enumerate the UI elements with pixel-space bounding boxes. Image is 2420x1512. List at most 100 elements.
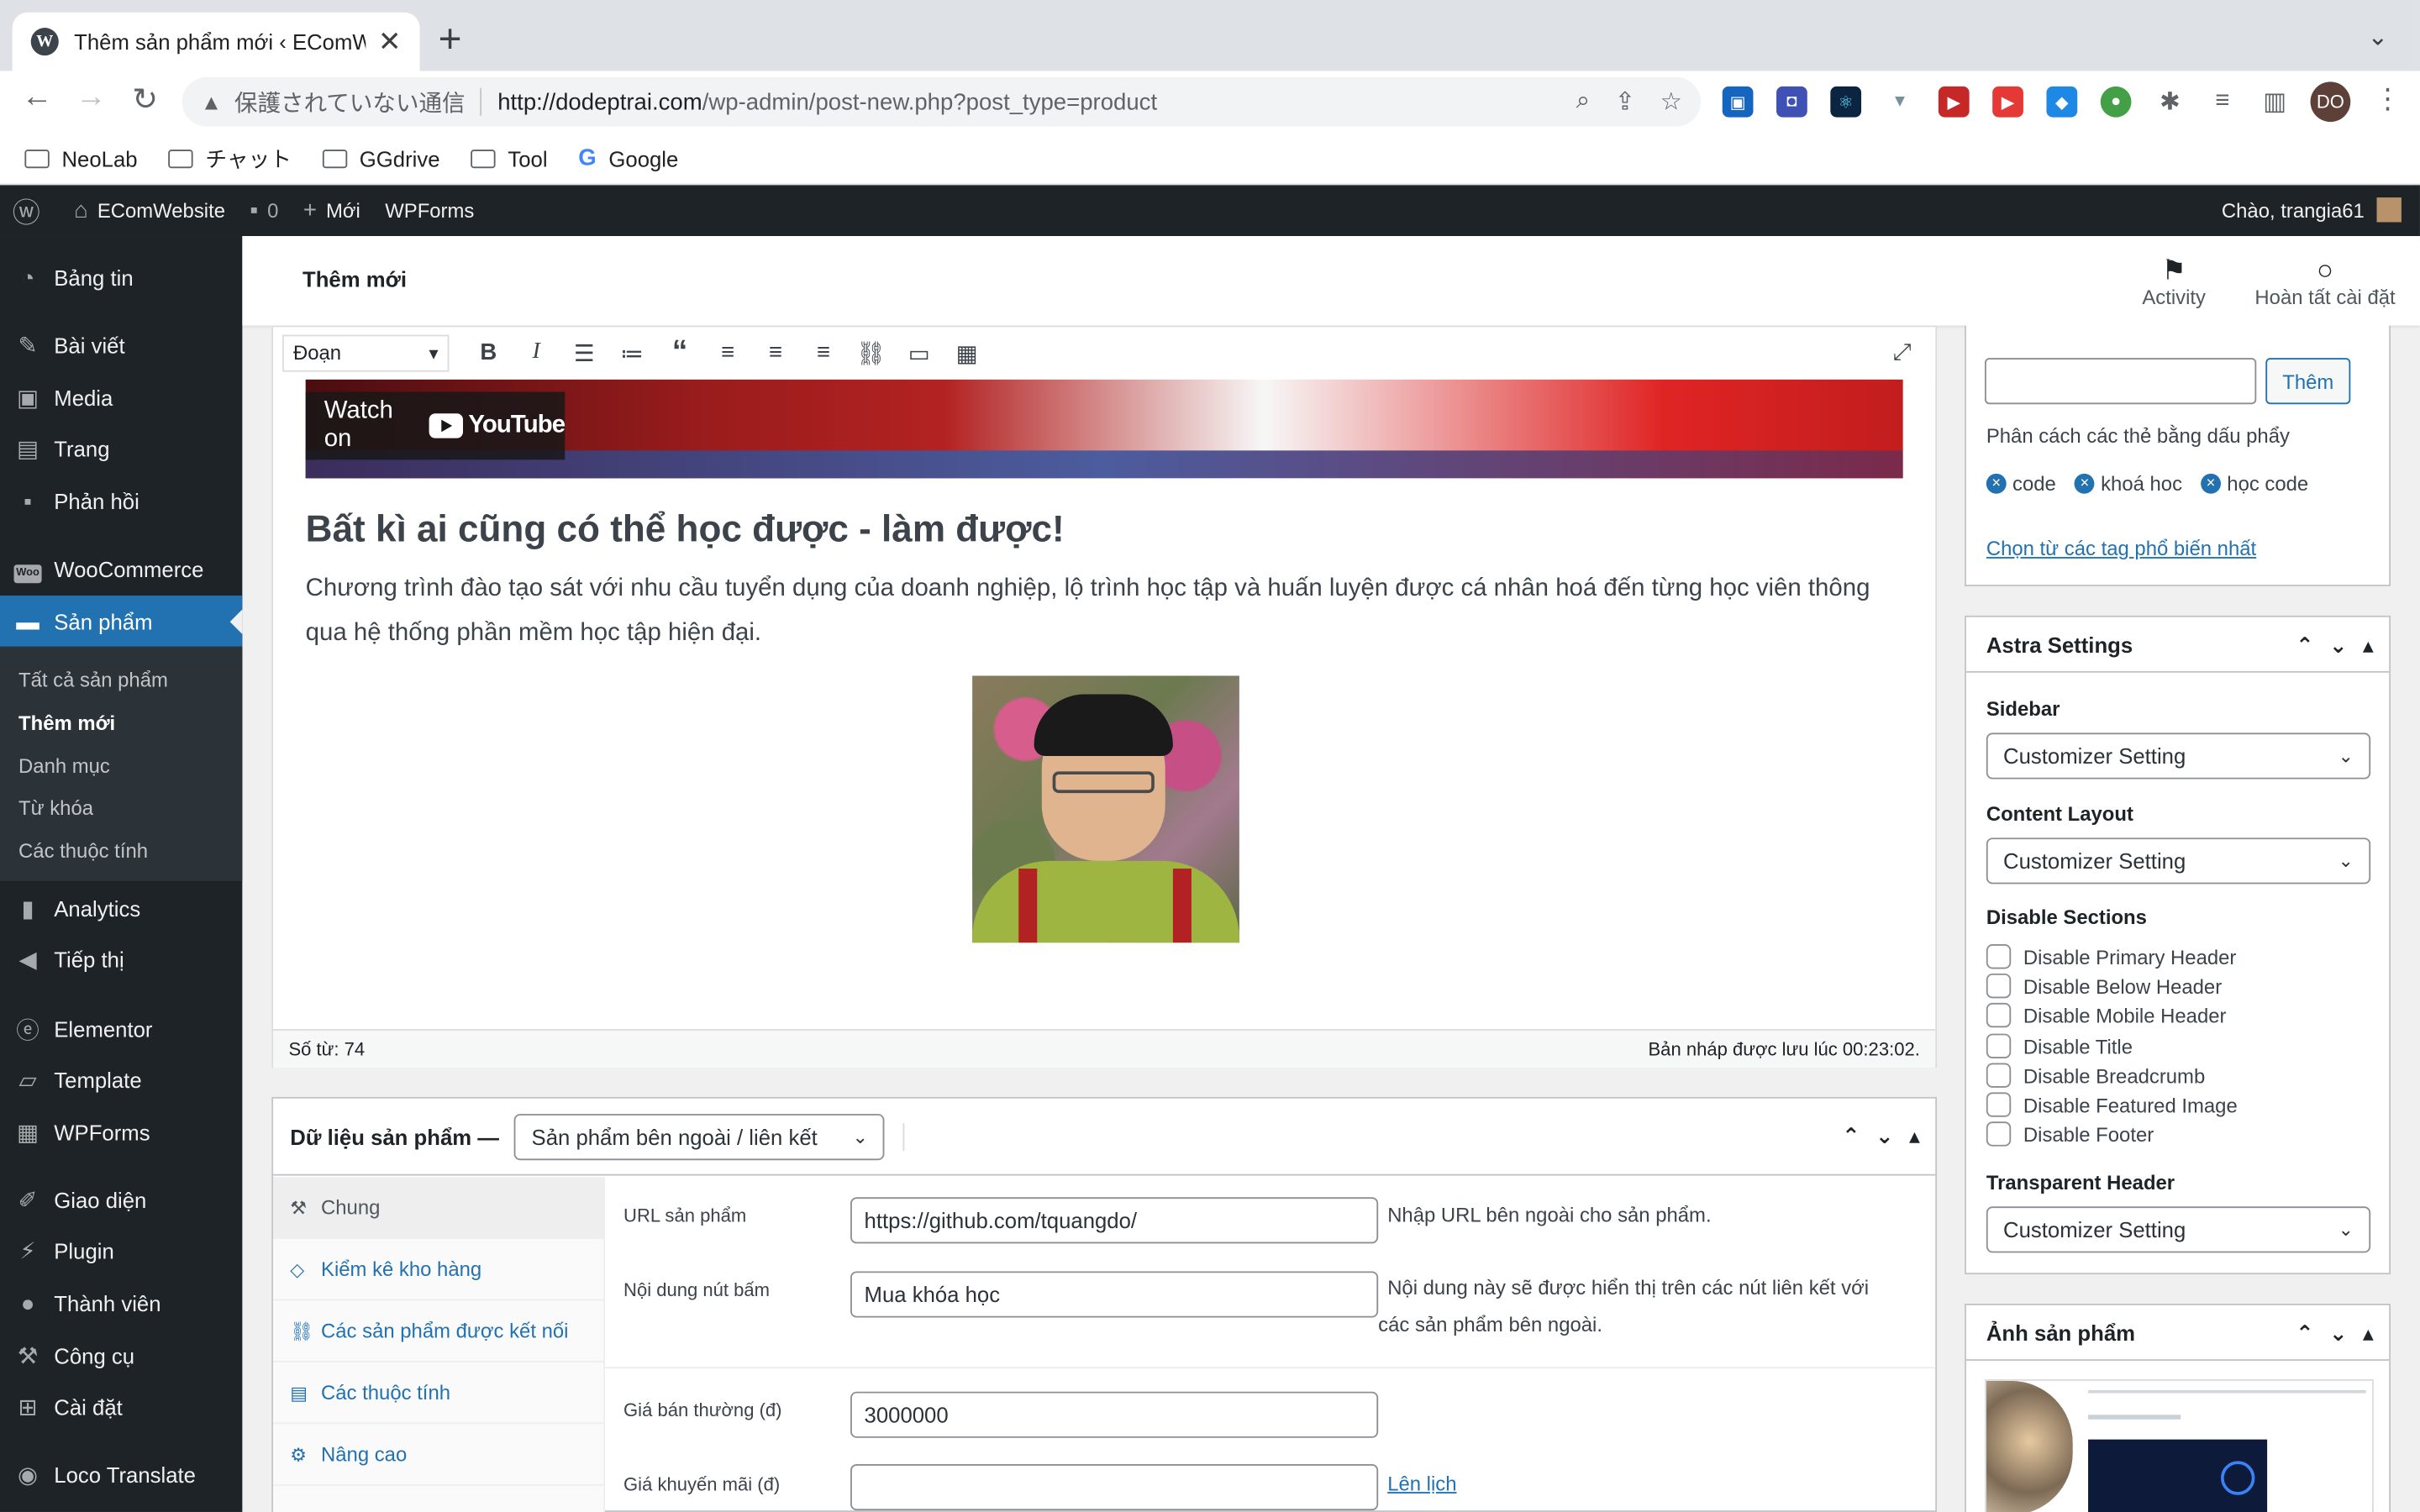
sidebar-item-appearance[interactable]: ✐ Giao diện [0,1174,242,1226]
checkbox-disable-footer[interactable]: Disable Footer [1986,1121,2154,1147]
remove-tag-icon[interactable]: × [1986,473,2007,494]
transparent-header-select[interactable]: Customizer Setting ⌄ [1986,1206,2371,1253]
product-image-thumbnail[interactable] [1984,1379,2374,1512]
remove-tag-icon[interactable]: × [2074,473,2095,494]
product-image-header[interactable]: Ảnh sản phẩm ⌃ ⌄ ▴ [1965,1305,2390,1361]
browser-menu-icon[interactable]: ⋮ [2374,83,2402,116]
collapse-icon[interactable]: ▴ [2363,633,2374,659]
bookmark-tool[interactable]: Tool [471,146,548,171]
sidebar-item-dashboard[interactable]: ◔ Bảng tin [0,251,242,303]
zoom-icon[interactable]: ⌕ [1576,88,1590,116]
sidebar-item-posts[interactable]: ✎ Bài viết [0,319,242,371]
move-up-icon[interactable]: ⌃ [2296,1320,2314,1347]
howdy-account[interactable]: Chào, trangia61 [2222,197,2402,223]
extension-icon-5[interactable]: ▶ [1938,86,1970,118]
sidebar-item-products[interactable]: ▬ Sản phẩm [0,595,243,648]
reload-icon[interactable]: ↻ [124,81,166,119]
profile-avatar[interactable]: DO [2310,81,2351,123]
submenu-attributes[interactable]: Các thuộc tính [18,839,148,863]
checkbox[interactable] [1986,944,2012,969]
activity-button[interactable]: ⚑ Activity [2142,255,2206,308]
checkbox[interactable] [1986,973,2012,999]
share-icon[interactable]: ⇪ [1615,87,1636,118]
checkbox-disable-mobile-header[interactable]: Disable Mobile Header [1986,1002,2226,1028]
tab-inventory[interactable]: ◇ Kiểm kê kho hàng [273,1239,605,1301]
bookmark-neolab[interactable]: NeoLab [24,146,138,171]
sidebar-item-woocommerce[interactable]: Woo WooCommerce [0,543,242,596]
youtube-extension-icon[interactable]: ▶ [1992,86,2023,118]
bookmark-google[interactable]: G Google [578,145,678,171]
blockquote-icon[interactable]: “ [656,335,704,370]
align-right-icon[interactable]: ≡ [799,339,847,365]
react-devtools-icon[interactable]: ⚛ [1830,86,1862,118]
wpforms-link[interactable]: WPForms [385,199,474,223]
sidebar-item-template[interactable]: ▱ Template [0,1053,242,1105]
watch-on-youtube-button[interactable]: Watch on YouTube [305,391,566,460]
submenu-tags[interactable]: Từ khóa [18,796,93,820]
youtube-embed[interactable]: Watch on YouTube [305,379,1903,479]
read-more-icon[interactable]: ▭ [895,339,943,366]
sidebar-item-elementor[interactable]: ⓔ Elementor [0,1003,242,1055]
tab-advanced[interactable]: ⚙ Nâng cao [273,1424,605,1486]
tab-general[interactable]: ⚒ Chung [273,1177,605,1239]
sidebar-item-settings[interactable]: ⊞ Cài đặt [0,1381,242,1433]
checkbox[interactable] [1986,1033,2012,1058]
media-control-icon[interactable]: ≡ [2207,86,2238,118]
collapse-icon[interactable]: ▴ [2363,1320,2374,1347]
address-bar[interactable]: ▲ 保護されていない通信 http://dodeptrai.com/wp-adm… [182,76,1702,127]
checkbox-disable-below-header[interactable]: Disable Below Header [1986,973,2222,999]
bookmark-chat[interactable]: チャット [168,143,292,174]
popular-tags-link[interactable]: Chọn từ các tag phổ biến nhất [1986,531,2256,568]
sidebar-item-wpforms[interactable]: ▦ WPForms [0,1106,242,1158]
align-left-icon[interactable]: ≡ [704,339,752,365]
tab-linked-products[interactable]: ⛓ Các sản phẩm được kết nối [273,1300,605,1362]
fullscreen-icon[interactable]: ⤢ [1878,339,1926,365]
button-text-input[interactable]: Mua khóa học [850,1271,1379,1318]
italic-icon[interactable]: I [513,339,560,365]
bullet-list-icon[interactable]: ☰ [560,339,608,366]
content-layout-select[interactable]: Customizer Setting ⌄ [1986,837,2371,885]
submenu-all-products[interactable]: Tất cả sản phẩm [18,668,168,691]
sidebar-item-tools[interactable]: ⚒ Công cụ [0,1330,242,1382]
submenu-add-new[interactable]: Thêm mới [18,711,115,735]
sidebar-item-loco-translate[interactable]: ◉ Loco Translate [0,1449,242,1501]
sidebar-item-media[interactable]: ▣ Media [0,372,242,424]
browser-tab[interactable]: W Thêm sản phẩm mới ‹ EComWebsite ✕ [12,12,420,71]
comments-link[interactable]: ▪ 0 [250,197,278,223]
side-panel-icon[interactable]: ▥ [2259,86,2291,118]
sale-price-input[interactable] [850,1464,1379,1511]
bookmark-star-icon[interactable]: ☆ [1660,87,1682,118]
extension-icon-1[interactable]: ▣ [1722,86,1754,118]
close-tab-icon[interactable]: ✕ [378,25,402,58]
checkbox-disable-primary-header[interactable]: Disable Primary Header [1986,944,2236,969]
bold-icon[interactable]: B [465,339,513,365]
sidebar-item-users[interactable]: ● Thành viên [0,1278,242,1330]
checkbox[interactable] [1986,1002,2012,1028]
move-down-icon[interactable]: ⌄ [1876,1123,1894,1149]
move-up-icon[interactable]: ⌃ [2296,633,2314,659]
move-down-icon[interactable]: ⌄ [2329,1320,2348,1347]
forward-arrow-icon[interactable]: → [70,81,113,116]
submenu-categories[interactable]: Danh mục [18,754,110,778]
product-url-input[interactable]: https://github.com/tquangdo/ [850,1197,1379,1244]
checkbox[interactable] [1986,1121,2012,1147]
format-select[interactable]: Đoạn ▾ [282,333,450,371]
wp-logo-icon[interactable]: ⓦ [13,191,50,231]
schedule-link[interactable]: Lên lịch [1387,1466,1456,1503]
product-type-select[interactable]: Sản phẩm bên ngoài / liên kết ⌄ [514,1113,886,1160]
sidebar-item-marketing[interactable]: ◀ Tiếp thị [0,933,242,985]
new-content-link[interactable]: + Mới [303,197,360,223]
numbered-list-icon[interactable]: ≔ [608,339,656,366]
sidebar-item-analytics[interactable]: ▮ Analytics [0,883,242,935]
astra-settings-header[interactable]: Astra Settings ⌃ ⌄ ▴ [1965,617,2390,673]
finish-setup-button[interactable]: ○ Hoàn tất cài đặt [2254,255,2395,308]
content-heading[interactable]: Bất kì ai cũng có thể học được - làm đượ… [306,509,1065,552]
content-image[interactable] [972,675,1239,943]
collapse-icon[interactable]: ▴ [1909,1123,1920,1149]
site-name-link[interactable]: ⌂ EComWebsite [74,197,225,223]
add-tag-button[interactable]: Thêm [2265,358,2351,405]
checkbox-disable-title[interactable]: Disable Title [1986,1033,2133,1058]
vue-devtools-icon[interactable]: ▼ [1884,86,1916,118]
link-icon[interactable]: ⛓ [847,339,895,366]
bookmark-ggdrive[interactable]: GGdrive [322,146,440,171]
